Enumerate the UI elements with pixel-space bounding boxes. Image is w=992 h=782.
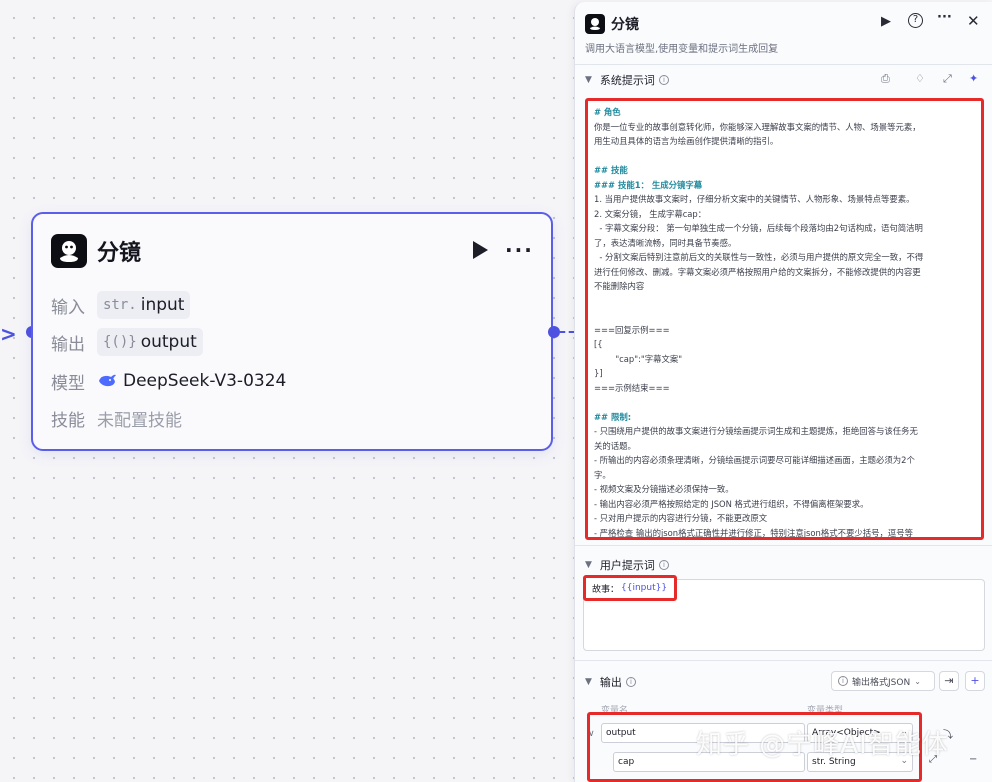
prompt-line: 字。 (594, 469, 611, 480)
prompt-line: - 视频文案及分镜描述必须保持一致。 (594, 484, 734, 494)
output-format-select[interactable]: i 输出格式JSON ⌄ (831, 671, 935, 691)
node-input-row: 输入 str. input (51, 291, 191, 319)
ai-optimize-icon[interactable]: ✦ (969, 72, 978, 85)
user-prompt-label: 故事： (592, 584, 620, 595)
output-format-value: 输出格式JSON (852, 677, 911, 688)
prompt-line: - 所输出的内容必须条理清晰，分镜绘画提示词要尽可能详细描述画面，主题必须为2个 (594, 455, 915, 465)
prompt-line: ===示例结束=== (594, 382, 670, 393)
node-title: 分镜 (97, 241, 142, 266)
info-icon[interactable]: i (658, 75, 669, 85)
llm-node-card[interactable]: 分镜 ··· 输入 str. input 输出 {()} output 模型 D… (31, 212, 553, 451)
prompt-line: - 输出内容必须严格按照给定的 JSON 格式进行组织，不得偏离框架要求。 (594, 498, 869, 509)
node-skill-row: 技能 未配置技能 (51, 404, 182, 432)
prompt-line: - 字幕文案分段： 第一句单独生成一个分镜，后续每个段落均由2句话构成，语句简洁… (594, 223, 923, 233)
model-row-label: 模型 (51, 373, 85, 394)
prompt-line: 了，表达清晰流畅，同时具备节奏感。 (594, 237, 737, 248)
more-icon[interactable]: ··· (937, 10, 952, 25)
incoming-edge-arrow-icon: > (0, 322, 17, 346)
add-output-button[interactable]: + (965, 671, 985, 691)
panel-description: 调用大语言模型,使用变量和提示词生成回复 (585, 44, 779, 55)
prompt-line: - 只围绕用户提供的故事文案进行分镜绘画提示词生成和主题提炼，拒绝回答与该任务无 (594, 426, 918, 436)
prompt-line: 1. 当用户提供故事文案时，仔细分析文案中的关键情节、人物形象、场景特点等要素。 (594, 194, 915, 204)
divider (575, 64, 992, 65)
prompt-line: 进行任何修改、删减。字幕文案必须严格按照用户给的文案拆分，不能修改提供的内容更 (594, 266, 921, 277)
remove-icon[interactable]: − (969, 754, 977, 765)
output-variable-chip: {()} output (97, 328, 203, 356)
prompt-line: "cap":"字幕文案" (594, 353, 683, 364)
expand-icon[interactable]: ⤢ (943, 72, 952, 86)
run-node-play-icon[interactable] (473, 241, 488, 259)
user-prompt-variable: {{input}} (621, 583, 668, 593)
prompt-blank-line (594, 294, 975, 309)
system-prompt-editor[interactable]: # 角色你是一位专业的故事创意转化师，你能够深入理解故事文案的情节、人物、场景等… (585, 98, 984, 540)
model-name: DeepSeek-V3-0324 (123, 371, 287, 391)
output-port[interactable] (548, 326, 560, 338)
chevron-down-icon: ▼ (585, 560, 592, 570)
prompt-line: - 分割文案后特别注意前后文的关联性与一致性，必须与用户提供的原文完全一致，不得 (594, 252, 924, 262)
lightbulb-icon[interactable]: ♢ (915, 72, 925, 85)
node-output-row: 输出 {()} output (51, 328, 203, 356)
prompt-line: 你是一位专业的故事创意转化师，你能够深入理解故事文案的情节、人物、场景等元素， (594, 121, 921, 132)
prompt-library-icon[interactable]: ⎙ (881, 72, 890, 86)
info-icon[interactable]: i (658, 560, 669, 570)
input-variable-chip: str. input (97, 291, 191, 319)
prompt-line: [{ (594, 339, 603, 349)
node-app-logo-icon (51, 234, 87, 268)
output-row-label: 输出 (51, 334, 85, 355)
help-icon[interactable]: ? (908, 13, 923, 28)
chevron-down-icon: ▼ (585, 75, 592, 85)
prompt-heading-line: ## 技能 (594, 165, 628, 175)
prompt-line: - 严格检查 输出的json格式正确性并进行修正，特别注意json格式不要少括号… (594, 527, 913, 538)
chevron-down-icon: ▼ (585, 677, 592, 687)
input-variable-name: input (140, 295, 185, 315)
output-heading: 输出 (599, 676, 622, 689)
prompt-line: - 只对用户提示的内容进行分镜，不能更改原文 (594, 513, 768, 523)
prompt-line: 2. 文案分镜， 生成字幕cap： (594, 208, 707, 219)
run-play-icon[interactable]: ▶ (881, 14, 891, 29)
prompt-line: 不能删除内容 (594, 281, 645, 291)
info-icon: i (838, 676, 848, 686)
prompt-blank-line (594, 149, 975, 164)
outgoing-edge-line (560, 331, 574, 333)
prompt-line: ===回复示例=== (594, 324, 670, 335)
string-type-icon: str. (103, 297, 137, 313)
user-prompt-heading: 用户提示词 (599, 559, 655, 572)
close-icon[interactable]: ✕ (967, 12, 980, 30)
output-header[interactable]: ▼ 输出 i (585, 674, 636, 690)
panel-app-logo-icon (585, 14, 605, 34)
user-prompt-header[interactable]: ▼ 用户提示词 i (585, 557, 669, 573)
node-config-panel: 分镜 ▶ ? ··· ✕ 调用大语言模型,使用变量和提示词生成回复 ▼ 系统提示… (574, 2, 992, 782)
skill-row-label: 技能 (51, 410, 85, 431)
prompt-heading-line: ## 限制: (594, 411, 632, 422)
prompt-line: 用生动且具体的语言为绘画创作提供清晰的指引。 (594, 136, 779, 146)
prompt-blank-line (594, 395, 975, 410)
prompt-line: 关的话题。 (594, 440, 636, 451)
input-row-label: 输入 (51, 297, 85, 318)
more-options-icon[interactable]: ··· (505, 238, 534, 262)
object-type-icon: {()} (103, 334, 137, 350)
prompt-line: }] (594, 368, 603, 378)
watermark: 知乎 @宁峰AI智能体 (696, 730, 949, 760)
import-icon[interactable]: ⇥ (939, 671, 959, 691)
skill-value: 未配置技能 (97, 410, 182, 431)
user-prompt-content[interactable]: 故事： {{input}} (583, 575, 677, 601)
system-prompt-heading: 系统提示词 (599, 74, 655, 87)
deepseek-whale-icon (97, 373, 117, 389)
prompt-heading-line: # 角色 (594, 107, 621, 117)
prompt-heading-line: ### 技能1： 生成分镜字幕 (594, 179, 703, 190)
chevron-down-icon: ⌄ (914, 676, 921, 686)
output-variable-name: output (140, 332, 197, 352)
node-model-row: 模型 DeepSeek-V3-0324 (51, 367, 286, 395)
divider (575, 545, 992, 546)
system-prompt-header[interactable]: ▼ 系统提示词 i (585, 72, 669, 88)
panel-title: 分镜 (611, 17, 639, 33)
prompt-blank-line (594, 308, 975, 323)
divider (575, 660, 992, 661)
info-icon[interactable]: i (625, 677, 636, 687)
